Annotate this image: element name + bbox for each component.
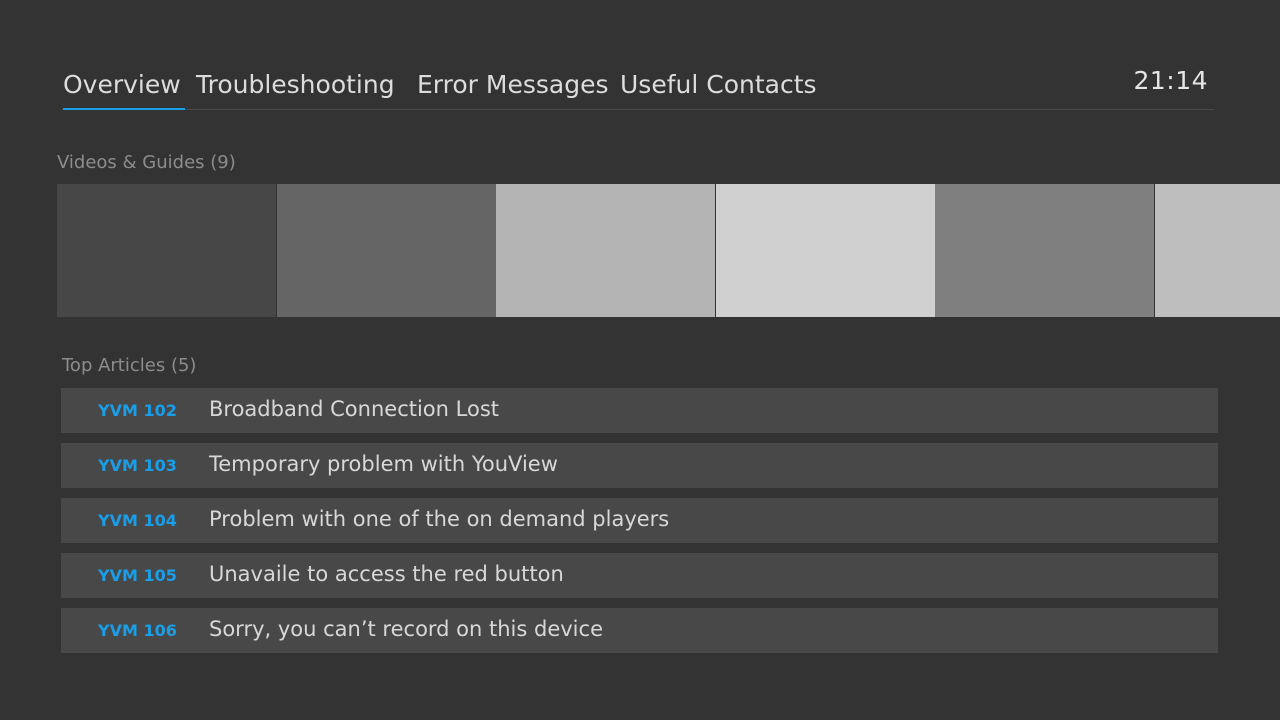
article-row[interactable]: YVM 104 Problem with one of the on deman…	[61, 498, 1218, 543]
clock: 21:14	[1133, 66, 1208, 95]
video-thumbnail[interactable]	[57, 184, 276, 317]
videos-heading: Videos & Guides (9)	[57, 152, 236, 173]
article-title: Sorry, you can’t record on this device	[209, 617, 603, 641]
video-thumbnail[interactable]	[935, 184, 1155, 317]
videos-carousel	[57, 184, 1280, 317]
video-thumbnail[interactable]	[276, 184, 496, 317]
articles-heading: Top Articles (5)	[62, 355, 197, 376]
article-title: Temporary problem with YouView	[209, 452, 558, 476]
video-thumbnail[interactable]	[715, 184, 935, 317]
article-row[interactable]: YVM 105 Unavaile to access the red butto…	[61, 553, 1218, 598]
article-title: Unavaile to access the red button	[209, 562, 564, 586]
article-title: Problem with one of the on demand player…	[209, 507, 670, 531]
video-thumbnail[interactable]	[496, 184, 716, 317]
article-row[interactable]: YVM 106 Sorry, you can’t record on this …	[61, 608, 1218, 653]
article-title: Broadband Connection Lost	[209, 397, 499, 421]
article-row[interactable]: YVM 103 Temporary problem with YouView	[61, 443, 1218, 488]
tab-error-messages[interactable]: Error Messages	[417, 70, 608, 100]
help-screen: Overview Troubleshooting Error Messages …	[0, 0, 1280, 720]
tab-useful-contacts[interactable]: Useful Contacts	[620, 70, 817, 100]
article-row[interactable]: YVM 102 Broadband Connection Lost	[61, 388, 1218, 433]
article-code: YVM 102	[98, 401, 177, 420]
top-nav: Overview Troubleshooting Error Messages …	[62, 64, 1214, 110]
tab-overview[interactable]: Overview	[63, 70, 185, 110]
articles-list: YVM 102 Broadband Connection Lost YVM 10…	[61, 388, 1218, 663]
video-thumbnail[interactable]	[1154, 184, 1280, 317]
article-code: YVM 104	[98, 511, 177, 530]
article-code: YVM 105	[98, 566, 177, 585]
tab-troubleshooting[interactable]: Troubleshooting	[196, 70, 395, 100]
article-code: YVM 103	[98, 456, 177, 475]
article-code: YVM 106	[98, 621, 177, 640]
